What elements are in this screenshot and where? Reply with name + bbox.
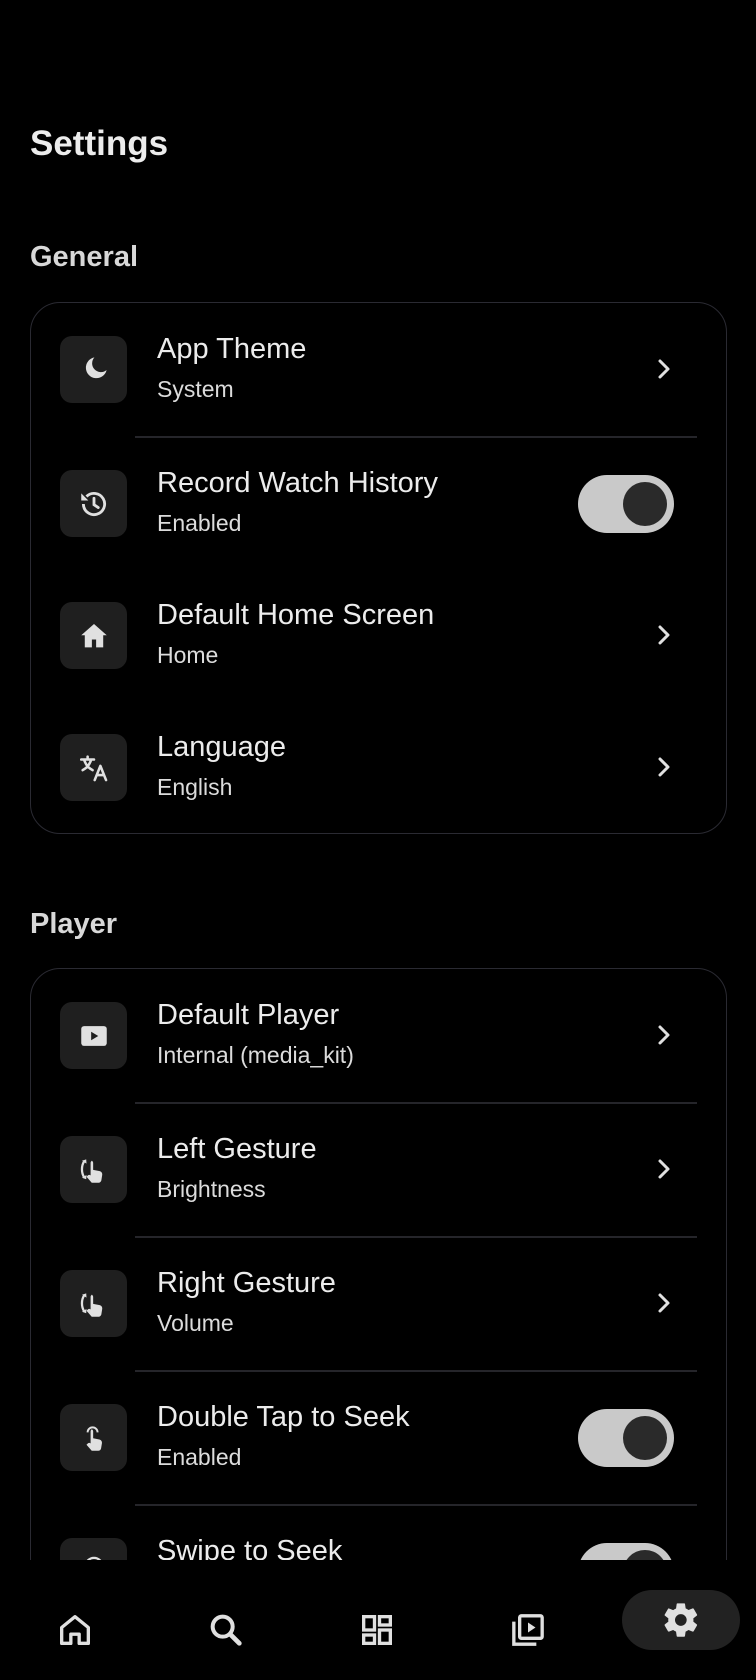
swipe-gesture-icon <box>60 1136 127 1203</box>
video-library-icon <box>512 1614 544 1646</box>
nav-video-library-button[interactable] <box>498 1600 558 1660</box>
chevron-right-icon <box>658 1159 670 1179</box>
nav-search-button[interactable] <box>196 1600 256 1660</box>
setting-title: Double Tap to Seek <box>157 1401 410 1433</box>
setting-default-player[interactable]: Default Player Internal (media_kit) <box>31 969 726 1104</box>
section-title-general: General <box>30 241 138 273</box>
setting-value: System <box>157 376 234 402</box>
nav-dashboard-button[interactable] <box>347 1600 407 1660</box>
setting-title: Right Gesture <box>157 1267 336 1299</box>
section-title-player: Player <box>30 908 118 940</box>
setting-value: Volume <box>157 1310 234 1336</box>
setting-record-watch-history[interactable]: Record Watch History Enabled <box>31 437 726 571</box>
home-icon <box>60 1615 91 1645</box>
toggle-knob <box>623 1416 667 1460</box>
page-title: Settings <box>30 124 169 163</box>
home-icon <box>60 602 127 669</box>
play-icon <box>60 1002 127 1069</box>
chevron-right-icon <box>658 1293 670 1313</box>
nav-home-button[interactable] <box>45 1600 105 1660</box>
setting-left-gesture[interactable]: Left Gesture Brightness <box>31 1103 726 1238</box>
setting-value: Internal (media_kit) <box>157 1042 354 1068</box>
double-tap-toggle[interactable] <box>578 1409 674 1467</box>
dashboard-icon <box>362 1615 392 1645</box>
setting-right-gesture[interactable]: Right Gesture Volume <box>31 1237 726 1372</box>
swipe-gesture-icon <box>60 1270 127 1337</box>
setting-title: Record Watch History <box>157 467 438 499</box>
setting-title: Default Home Screen <box>157 599 435 631</box>
setting-value: Enabled <box>157 1444 242 1470</box>
setting-title: Language <box>157 731 287 763</box>
setting-app-theme[interactable]: App Theme System <box>31 303 726 438</box>
setting-double-tap-to-seek[interactable]: Double Tap to Seek Enabled <box>31 1371 726 1506</box>
moon-icon <box>60 336 127 403</box>
chevron-right-icon <box>658 757 670 777</box>
toggle-knob <box>623 482 667 526</box>
history-icon <box>60 470 127 537</box>
settings-gear-icon <box>664 1603 698 1637</box>
setting-title: Default Player <box>157 999 340 1031</box>
setting-language[interactable]: Language English <box>31 701 726 833</box>
setting-value: Brightness <box>157 1176 266 1202</box>
setting-value: English <box>157 774 233 800</box>
setting-title: App Theme <box>157 333 307 365</box>
search-icon <box>210 1614 242 1646</box>
setting-title: Left Gesture <box>157 1133 317 1165</box>
general-settings-card: App Theme System Record Watch History En… <box>30 302 727 834</box>
translate-icon <box>60 734 127 801</box>
tap-icon <box>60 1404 127 1471</box>
chevron-right-icon <box>658 359 670 379</box>
record-history-toggle[interactable] <box>578 475 674 533</box>
setting-default-home-screen[interactable]: Default Home Screen Home <box>31 569 726 703</box>
chevron-right-icon <box>658 1025 670 1045</box>
setting-value: Home <box>157 642 219 668</box>
nav-settings-button[interactable] <box>622 1590 740 1650</box>
chevron-right-icon <box>658 625 670 645</box>
setting-value: Enabled <box>157 510 242 536</box>
